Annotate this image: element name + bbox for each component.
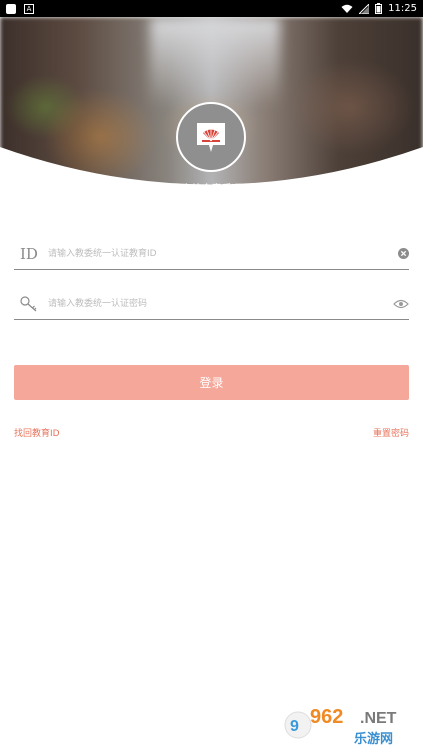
key-icon-wrap: [14, 295, 44, 312]
clear-button[interactable]: [389, 248, 409, 259]
login-button[interactable]: 登录: [14, 365, 409, 400]
a-notification-icon: A: [24, 3, 34, 14]
password-input[interactable]: [48, 293, 389, 314]
id-icon-label: ID: [20, 244, 38, 263]
id-field: ID: [14, 238, 409, 270]
key-icon: [20, 295, 37, 311]
svg-text:9: 9: [290, 718, 299, 735]
status-time: 11:25: [388, 3, 417, 14]
watermark-logo: 9 962 .NET 乐游网: [284, 701, 420, 747]
banner-sky: [150, 17, 280, 107]
watermark-number: 962: [310, 706, 343, 728]
header-banner: 北京综合素质评价: [0, 17, 423, 207]
logo-icon: [197, 123, 225, 152]
status-left: A: [6, 3, 34, 14]
find-id-link[interactable]: 找回教育ID: [14, 426, 60, 439]
password-field: [14, 288, 409, 320]
reset-password-link[interactable]: 重置密码: [373, 426, 409, 439]
app-logo: [176, 102, 246, 172]
clear-icon[interactable]: [398, 248, 409, 259]
signal-icon: [359, 3, 370, 14]
status-bar: A 11:25: [0, 0, 423, 17]
watermark-graphic: 9 962 .NET 乐游网: [284, 706, 420, 747]
battery-icon: [375, 3, 383, 14]
wifi-icon: [341, 4, 353, 13]
notification-icon: [6, 3, 16, 14]
watermark-suffix: .NET: [360, 710, 397, 727]
app-title: 北京综合素质评价: [171, 184, 252, 195]
watermark-cn: 乐游网: [354, 731, 393, 747]
status-right: 11:25: [341, 3, 417, 14]
id-input[interactable]: [48, 243, 389, 264]
eye-icon[interactable]: [393, 299, 409, 309]
id-icon: ID: [14, 245, 44, 263]
toggle-visibility-button[interactable]: [389, 299, 409, 309]
